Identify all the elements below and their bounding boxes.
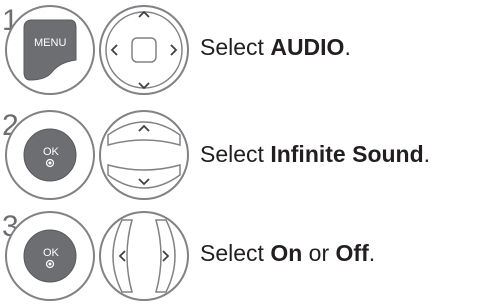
ok-key-label: OK: [43, 247, 60, 259]
step-1-instruction: Select AUDIO.: [200, 34, 351, 60]
step-3: 3 OK Select On or Off.: [0, 206, 483, 306]
step-3-graphics: 3 OK: [2, 210, 189, 301]
menu-key-label: MENU: [34, 37, 66, 49]
step-2-instruction: Select Infinite Sound.: [200, 141, 431, 167]
step-1-graphics: 1 MENU: [2, 4, 189, 95]
step-1: 1 MENU Select AUDIO.: [0, 0, 483, 100]
step-3-instruction: Select On or Off.: [200, 240, 376, 266]
step-2-graphics: 2 OK: [2, 109, 189, 200]
step-2: 2 OK Select Infinite Sound.: [0, 105, 483, 205]
ok-key-icon: OK: [23, 128, 77, 182]
four-way-navigation-icon: [105, 10, 183, 90]
ok-key-label: OK: [43, 146, 60, 158]
ok-key-icon: OK: [23, 229, 77, 283]
